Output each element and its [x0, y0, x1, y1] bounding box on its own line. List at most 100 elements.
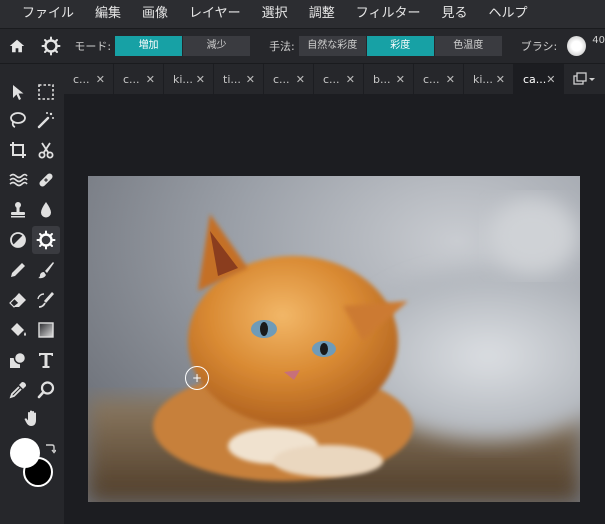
close-tab-icon[interactable]: ✕: [346, 73, 355, 86]
eyedropper-icon: [9, 382, 26, 399]
document-tab[interactable]: c... ✕: [114, 64, 164, 94]
mode-increase-button[interactable]: 増加: [115, 36, 184, 56]
replace-color-tool[interactable]: [32, 286, 60, 314]
lasso-icon: [10, 112, 26, 128]
waves-icon: [9, 173, 28, 187]
kitten-photo[interactable]: [88, 176, 580, 502]
pencil-tool[interactable]: [4, 256, 32, 284]
brush-size-value[interactable]: 40: [592, 35, 605, 46]
hand-tool[interactable]: [18, 404, 46, 432]
fill-tool[interactable]: [4, 316, 32, 344]
brush-tool[interactable]: [32, 256, 60, 284]
document-tab[interactable]: ki... ✕: [464, 64, 514, 94]
document-tab-active[interactable]: ca... ✕: [514, 64, 564, 94]
close-tab-icon[interactable]: ✕: [96, 73, 105, 86]
menu-filter[interactable]: フィルター: [346, 0, 432, 28]
home-button[interactable]: [0, 29, 34, 63]
menu-edit[interactable]: 編集: [85, 0, 132, 28]
magic-wand-icon: [37, 112, 54, 129]
liquify-tool[interactable]: [4, 166, 32, 194]
document-tab[interactable]: c... ✕: [64, 64, 114, 94]
method-segment: 自然な彩度 彩度 色温度: [298, 36, 503, 56]
close-tab-icon[interactable]: ✕: [546, 73, 555, 86]
eraser-icon: [9, 293, 26, 308]
close-tab-icon[interactable]: ✕: [446, 73, 455, 86]
cut-tool[interactable]: [32, 136, 60, 164]
document-tab[interactable]: ki... ✕: [164, 64, 214, 94]
move-tool[interactable]: [4, 78, 32, 106]
close-tab-icon[interactable]: ✕: [296, 73, 305, 86]
close-tab-icon[interactable]: ✕: [196, 73, 205, 86]
mode-decrease-button[interactable]: 減少: [183, 36, 252, 56]
menu-layer[interactable]: レイヤー: [179, 0, 252, 28]
mode-segment: 増加 減少: [115, 36, 252, 56]
close-tab-icon[interactable]: ✕: [146, 73, 155, 86]
method-saturation-button[interactable]: 彩度: [366, 36, 435, 56]
bandage-icon: [39, 173, 53, 187]
tabs-menu-button[interactable]: [564, 64, 604, 94]
shapes-icon: [10, 351, 27, 368]
menu-view[interactable]: 見る: [431, 0, 478, 28]
kitten-image: [88, 176, 580, 502]
menu-image[interactable]: 画像: [132, 0, 179, 28]
eyedropper-tool[interactable]: [4, 376, 32, 404]
text-icon: [39, 353, 53, 368]
crop-icon: [10, 142, 26, 158]
stamp-icon: [11, 202, 25, 218]
crop-tool[interactable]: [4, 136, 32, 164]
document-tab[interactable]: c... ✕: [314, 64, 364, 94]
blur-tool[interactable]: [32, 196, 60, 224]
paint-bucket-icon: [11, 323, 26, 336]
document-tab[interactable]: c... ✕: [414, 64, 464, 94]
method-vibrance-button[interactable]: 自然な彩度: [298, 36, 367, 56]
zoom-tool[interactable]: [32, 376, 60, 404]
current-tool-sponge[interactable]: [34, 29, 68, 63]
canvas-area[interactable]: +: [64, 94, 605, 524]
menu-select[interactable]: 選択: [252, 0, 299, 28]
rectangle-select-icon: [38, 84, 54, 100]
text-tool[interactable]: [32, 346, 60, 374]
sponge-tool[interactable]: [32, 226, 60, 254]
menu-adjust[interactable]: 調整: [299, 0, 346, 28]
close-tab-icon[interactable]: ✕: [246, 73, 255, 86]
foreground-color-swatch[interactable]: [10, 438, 40, 468]
menu-file[interactable]: ファイル: [12, 0, 85, 28]
half-circle-icon: [10, 232, 26, 248]
options-bar: モード: 増加 減少 手法: 自然な彩度 彩度 色温度 ブラシ: 40: [0, 28, 605, 64]
gradient-icon: [38, 322, 54, 338]
color-replace-icon: [37, 292, 54, 308]
sponge-tool-icon: [41, 36, 61, 56]
close-tab-icon[interactable]: ✕: [396, 73, 405, 86]
method-temperature-button[interactable]: 色温度: [434, 36, 503, 56]
marquee-tool[interactable]: [32, 78, 60, 106]
lasso-tool[interactable]: [4, 106, 32, 134]
hand-icon: [24, 410, 36, 426]
menu-bar: ファイル 編集 画像 レイヤー 選択 調整 フィルター 見る ヘルプ: [0, 0, 605, 28]
menu-help[interactable]: ヘルプ: [478, 0, 538, 28]
mode-label: モード:: [74, 40, 112, 53]
dodge-tool[interactable]: [4, 226, 32, 254]
sponge-icon: [36, 230, 56, 250]
droplet-icon: [41, 202, 51, 218]
swap-colors-icon[interactable]: [44, 442, 56, 454]
scissors-icon: [38, 142, 54, 159]
method-label: 手法:: [269, 40, 295, 53]
healing-tool[interactable]: [32, 166, 60, 194]
brush-label: ブラシ:: [520, 40, 558, 53]
document-tab[interactable]: ti... ✕: [214, 64, 264, 94]
window-list-icon: [573, 72, 595, 85]
home-icon: [9, 39, 25, 53]
document-tabs: c... ✕ c... ✕ ki... ✕ ti... ✕ c... ✕ c... ✕ b.…: [64, 64, 605, 94]
brush-preview[interactable]: [567, 36, 587, 56]
eraser-tool[interactable]: [4, 286, 32, 314]
close-tab-icon[interactable]: ✕: [496, 73, 505, 86]
arrow-cursor-icon: [13, 85, 24, 100]
magic-wand-tool[interactable]: [32, 106, 60, 134]
gradient-tool[interactable]: [32, 316, 60, 344]
brush-cursor: +: [185, 366, 209, 390]
document-tab[interactable]: b... ✕: [364, 64, 414, 94]
clone-stamp-tool[interactable]: [4, 196, 32, 224]
document-tab[interactable]: c... ✕: [264, 64, 314, 94]
magnifier-icon: [37, 381, 55, 399]
shape-tool[interactable]: [4, 346, 32, 374]
